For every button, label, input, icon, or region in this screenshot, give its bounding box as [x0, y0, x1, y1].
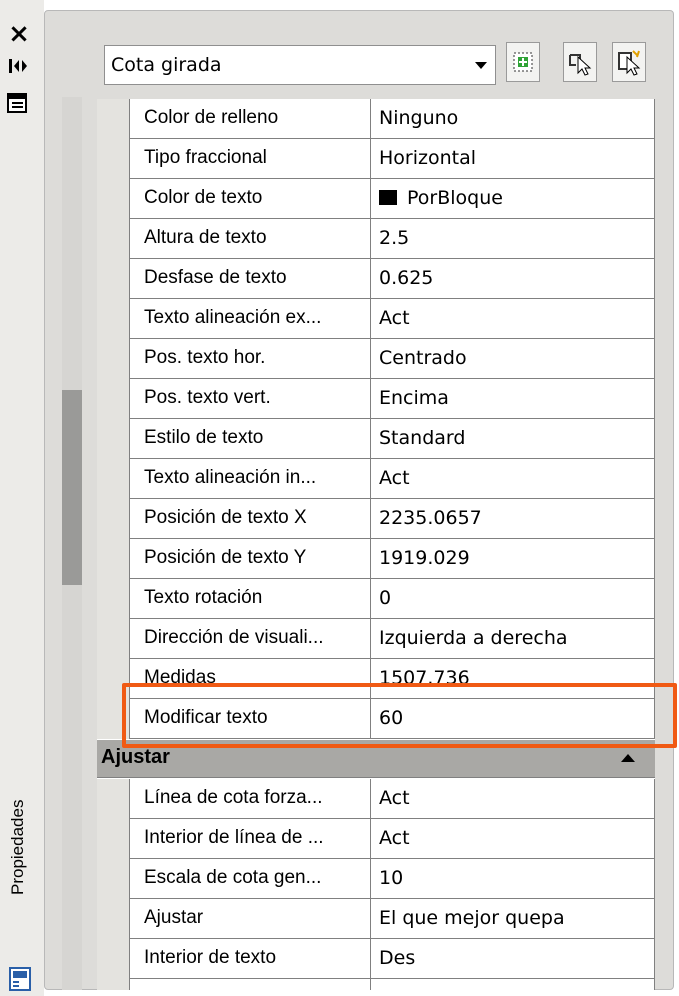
property-value[interactable]: Ninguno [371, 99, 655, 139]
property-label: Interior de texto [129, 939, 371, 979]
property-value[interactable]: 1507.736 [371, 659, 655, 699]
property-row[interactable]: Pos. texto hor. Centrado [97, 339, 655, 379]
property-row[interactable]: Desfase de texto 0.625 [97, 259, 655, 299]
property-row[interactable]: Texto alineación ex... Act [97, 299, 655, 339]
property-value[interactable]: 60 [371, 699, 655, 739]
property-label: Dirección de visuali... [129, 619, 371, 659]
property-row[interactable]: Estilo de texto Standard [97, 419, 655, 459]
property-row[interactable]: Medidas 1507.736 [97, 659, 655, 699]
property-row[interactable]: Texto rotación 0 [97, 579, 655, 619]
property-value[interactable]: 2235.0657 [371, 499, 655, 539]
property-label: Texto alineación ex... [129, 299, 371, 339]
property-value[interactable]: Act [371, 299, 655, 339]
select-objects-button[interactable] [563, 42, 597, 82]
toggle-pickadd-button[interactable] [612, 42, 646, 82]
color-value-text: PorBloque [407, 187, 503, 209]
property-value[interactable]: Act [371, 459, 655, 499]
property-row[interactable]: Color de texto PorBloque [97, 179, 655, 219]
property-label: Pos. texto hor. [129, 339, 371, 379]
property-label [129, 979, 371, 990]
property-label: Texto alineación in... [129, 459, 371, 499]
select-objects-icon [569, 54, 592, 76]
property-label: Modificar texto [129, 699, 371, 739]
property-row[interactable]: Texto alineación in... Act [97, 459, 655, 499]
property-row[interactable]: Modificar texto 60 [97, 699, 655, 739]
property-value[interactable]: 2.5 [371, 219, 655, 259]
property-label: Medidas [129, 659, 371, 699]
property-label: Línea de cota forza... [129, 779, 371, 819]
property-value[interactable]: Encima [371, 379, 655, 419]
property-value[interactable]: Des [371, 939, 655, 979]
property-value[interactable]: Act [371, 819, 655, 859]
property-label: Color de relleno [129, 99, 371, 139]
category-label: Ajustar [101, 746, 170, 768]
property-row[interactable]: Interior de línea de ... Act [97, 819, 655, 859]
property-label: Tipo fraccional [129, 139, 371, 179]
property-value[interactable] [371, 979, 655, 990]
chevron-down-icon [475, 62, 487, 69]
property-row-partial[interactable] [97, 979, 655, 990]
palette-title: Propiedades [8, 800, 27, 896]
category-header-fit[interactable]: Ajustar [97, 740, 655, 778]
property-label: Texto rotación [129, 579, 371, 619]
property-row[interactable]: Posición de texto Y 1919.029 [97, 539, 655, 579]
property-value[interactable]: El que mejor quepa [371, 899, 655, 939]
property-value[interactable]: Act [371, 779, 655, 819]
color-swatch [379, 190, 397, 205]
property-row[interactable]: Tipo fraccional Horizontal [97, 139, 655, 179]
property-label: Posición de texto X [129, 499, 371, 539]
property-row[interactable]: Escala de cota gen... 10 [97, 859, 655, 899]
object-type-dropdown[interactable]: Cota girada [104, 45, 496, 85]
toggle-pickadd-icon [618, 50, 641, 76]
property-label: Ajustar [129, 899, 371, 939]
collapse-icon[interactable] [621, 754, 635, 762]
property-row[interactable]: Línea de cota forza... Act [97, 779, 655, 819]
properties-grid: Color de relleno Ninguno Tipo fraccional… [97, 99, 655, 990]
property-row[interactable]: Posición de texto X 2235.0657 [97, 499, 655, 539]
property-value[interactable]: Izquierda a derecha [371, 619, 655, 659]
close-icon[interactable]: × [2, 21, 36, 47]
property-row[interactable]: Interior de texto Des [97, 939, 655, 979]
property-row[interactable]: Ajustar El que mejor quepa [97, 899, 655, 939]
properties-menu-icon[interactable] [6, 92, 28, 114]
object-type-value: Cota girada [111, 54, 222, 76]
palette-titlebar: × Propiedades [0, 0, 44, 996]
property-row[interactable]: Color de relleno Ninguno [97, 99, 655, 139]
property-value[interactable]: 1919.029 [371, 539, 655, 579]
quick-select-icon [513, 52, 533, 72]
property-label: Interior de línea de ... [129, 819, 371, 859]
property-label: Posición de texto Y [129, 539, 371, 579]
property-value[interactable]: 0.625 [371, 259, 655, 299]
property-row[interactable]: Pos. texto vert. Encima [97, 379, 655, 419]
property-row[interactable]: Dirección de visuali... Izquierda a dere… [97, 619, 655, 659]
property-value[interactable]: 0 [371, 579, 655, 619]
property-label: Desfase de texto [129, 259, 371, 299]
property-value[interactable]: Centrado [371, 339, 655, 379]
auto-hide-icon[interactable] [6, 56, 30, 76]
property-row[interactable]: Altura de texto 2.5 [97, 219, 655, 259]
quick-select-button[interactable] [506, 42, 540, 82]
property-label: Altura de texto [129, 219, 371, 259]
property-label: Color de texto [129, 179, 371, 219]
property-label: Estilo de texto [129, 419, 371, 459]
property-label: Escala de cota gen... [129, 859, 371, 899]
property-value[interactable]: Standard [371, 419, 655, 459]
property-label: Pos. texto vert. [129, 379, 371, 419]
property-value[interactable]: PorBloque [371, 179, 655, 219]
scrollbar-thumb[interactable] [62, 390, 82, 585]
property-value[interactable]: 10 [371, 859, 655, 899]
property-value[interactable]: Horizontal [371, 139, 655, 179]
properties-palette-icon [8, 966, 32, 992]
